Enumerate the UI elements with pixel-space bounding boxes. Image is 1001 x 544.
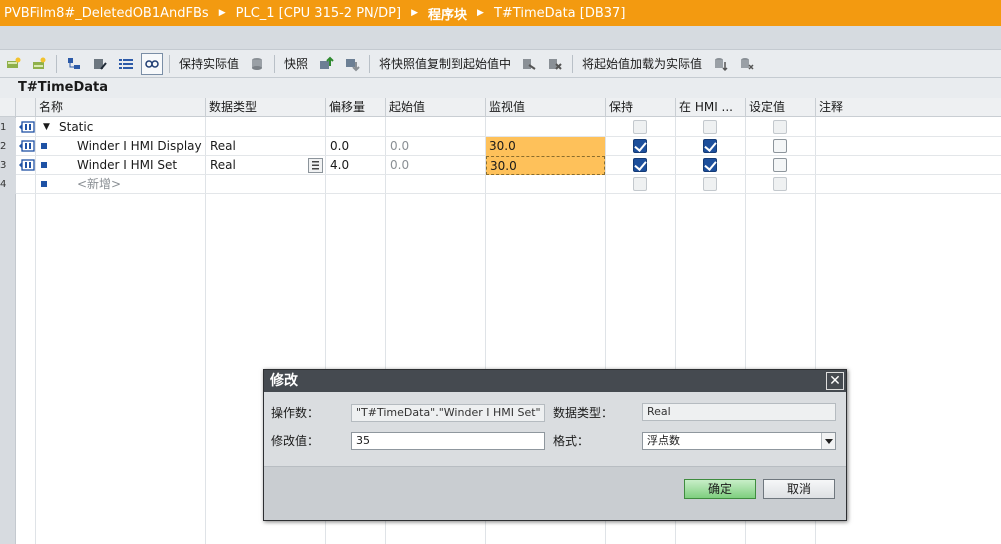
datatype-field: Real [642, 403, 836, 421]
chevron-right-icon: ▶ [477, 8, 484, 18]
format-label: 格式： [553, 434, 590, 448]
interface-icon [19, 121, 35, 133]
operand-field[interactable]: "T#TimeData"."Winder I HMI Set" / % [351, 404, 545, 422]
column-header-comment[interactable]: 注释 [816, 98, 1001, 117]
block-title: T#TimeData [0, 78, 1001, 98]
row-name[interactable]: Winder I HMI Set [74, 156, 177, 175]
database-icon[interactable] [246, 53, 268, 75]
row-name[interactable]: Winder I HMI Display [74, 137, 202, 156]
setpoint-checkbox[interactable] [773, 158, 787, 172]
hmi-checkbox[interactable] [703, 158, 717, 172]
hmi-checkbox [703, 120, 717, 134]
load-actual-icon[interactable] [709, 53, 731, 75]
format-select[interactable]: 浮点数 [642, 432, 836, 450]
hmi-checkbox[interactable] [703, 139, 717, 153]
row-header-corner [0, 98, 16, 117]
breadcrumb: PVBFilm8#_DeletedOB1AndFBs ▶ PLC_1 [CPU … [0, 0, 1001, 26]
row-monitor-value[interactable]: 30.0 [486, 137, 605, 156]
monitor-glasses-icon[interactable] [141, 52, 163, 75]
row-start-value[interactable]: 0.0 [387, 156, 409, 175]
add-row-icon[interactable] [28, 53, 50, 75]
retain-checkbox [633, 177, 647, 191]
snapshot-button[interactable]: 快照 [279, 55, 313, 72]
snapshot-copy-icon[interactable] [315, 53, 337, 75]
edit-list-icon[interactable] [89, 53, 111, 75]
row-number: 1 [0, 118, 16, 137]
column-header-start[interactable]: 起始值 [386, 98, 486, 117]
row-number: 4 [0, 175, 16, 194]
retain-checkbox[interactable] [633, 158, 647, 172]
load-actual-alt-icon[interactable] [735, 53, 757, 75]
tag-bullet-icon [41, 162, 47, 168]
cancel-button[interactable]: 取消 [763, 479, 835, 499]
add-new-row[interactable]: <新增> [74, 175, 121, 194]
close-icon[interactable]: ✕ [826, 372, 844, 390]
datatype-picker-icon[interactable] [308, 158, 323, 173]
copy-to-start-icon[interactable] [518, 53, 540, 75]
retain-checkbox [633, 120, 647, 134]
chevron-down-icon[interactable] [821, 433, 835, 449]
row-datatype[interactable]: Real [207, 156, 236, 175]
copy-to-start-alt-icon[interactable] [544, 53, 566, 75]
ok-button[interactable]: 确定 [684, 479, 756, 499]
dialog-title: 修改 [264, 370, 846, 392]
table-row[interactable]: 1 ▼ Static [0, 118, 1001, 137]
row-offset: 0.0 [330, 139, 350, 153]
breadcrumb-program-blocks[interactable]: 程序块 [424, 4, 471, 23]
hmi-checkbox [703, 177, 717, 191]
chevron-right-icon: ▶ [218, 8, 226, 18]
breadcrumb-block[interactable]: T#TimeData [DB37] [490, 6, 629, 21]
retain-checkbox[interactable] [633, 139, 647, 153]
modify-value-input[interactable]: 35 [351, 432, 545, 450]
keep-actual-values-button[interactable]: 保持实际值 [174, 55, 244, 72]
tag-bullet-icon [41, 181, 47, 187]
interface-icon [19, 140, 35, 152]
breadcrumb-plc[interactable]: PLC_1 [CPU 315-2 PN/DP] [232, 6, 405, 21]
snapshot-load-icon[interactable] [341, 53, 363, 75]
chevron-right-icon: ▶ [411, 8, 419, 18]
table-row[interactable]: 3 Winder I HMI Set Real 4.0 0.0 30.0 [0, 156, 1001, 175]
table-row[interactable]: 2 Winder I HMI Display Real 0.0 0.0 30.0 [0, 137, 1001, 156]
operand-label: 操作数： [271, 406, 320, 420]
column-header-datatype[interactable]: 数据类型 [206, 98, 326, 117]
tag-bullet-icon [41, 143, 47, 149]
breadcrumb-project[interactable]: PVBFilm8#_DeletedOB1AndFBs [0, 6, 213, 21]
datatype-label: 数据类型： [553, 406, 614, 420]
dialog-button-area: 确定 取消 [264, 466, 846, 520]
table-row[interactable]: 4 <新增> [0, 175, 1001, 194]
icon-column-header [16, 98, 36, 117]
column-header-setpoint[interactable]: 设定值 [746, 98, 816, 117]
modify-value-label: 修改值： [271, 434, 320, 448]
format-select-value: 浮点数 [647, 434, 680, 447]
copy-snapshot-to-start-button[interactable]: 将快照值复制到起始值中 [374, 55, 516, 72]
toolbar: 保持实际值 快照 将快照值复制到起始值中 将起始值加载为实际值 [0, 50, 1001, 78]
setpoint-checkbox [773, 177, 787, 191]
row-start-value[interactable]: 0.0 [387, 137, 409, 156]
column-header-hmi[interactable]: 在 HMI ... [676, 98, 746, 117]
column-header-monitor[interactable]: 监视值 [486, 98, 606, 117]
insert-row-icon[interactable] [2, 53, 24, 75]
column-header-offset[interactable]: 偏移量 [326, 98, 386, 117]
toolbar-background [0, 26, 1001, 50]
setpoint-checkbox [773, 120, 787, 134]
collapse-icon[interactable]: ▼ [40, 118, 50, 137]
row-datatype[interactable]: Real [207, 137, 236, 156]
row-offset: 4.0 [330, 158, 350, 172]
row-number: 2 [0, 137, 16, 156]
setpoint-checkbox[interactable] [773, 139, 787, 153]
modify-dialog: 修改 ✕ 操作数： "T#TimeData"."Winder I HMI Set… [263, 369, 847, 521]
interface-icon [19, 159, 35, 171]
row-number: 3 [0, 156, 16, 175]
row-name[interactable]: Static [56, 118, 93, 137]
load-start-as-actual-button[interactable]: 将起始值加载为实际值 [577, 55, 707, 72]
row-monitor-value[interactable]: 30.0 [486, 156, 605, 175]
expand-icon[interactable] [63, 53, 85, 75]
column-header-retain[interactable]: 保持 [606, 98, 676, 117]
list-view-icon[interactable] [115, 53, 137, 75]
column-header-name[interactable]: 名称 [36, 98, 206, 117]
